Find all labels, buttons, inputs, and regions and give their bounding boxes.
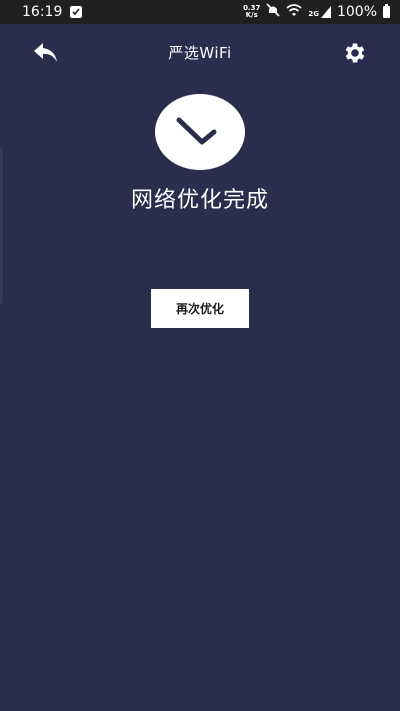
edge-drawer-handle: [0, 148, 3, 304]
network-speed: 0.37 K/s: [243, 5, 260, 19]
app-bar: 严选WiFi: [0, 34, 400, 72]
status-time: 16:19: [22, 4, 63, 20]
status-bar-left: 16:19: [22, 4, 83, 20]
settings-button[interactable]: [342, 40, 368, 66]
signal-type-label: 2G: [308, 10, 319, 18]
status-icon-circle: [155, 94, 245, 170]
network-speed-unit: K/s: [245, 11, 258, 19]
notification-icon: [70, 6, 83, 18]
gear-icon: [345, 43, 365, 63]
battery-icon: [383, 4, 390, 18]
status-bar-right: 0.37 K/s 2G 100%: [243, 3, 390, 21]
reoptimize-button[interactable]: 再次优化: [151, 289, 249, 328]
result-message: 网络优化完成: [130, 188, 269, 213]
cell-signal-icon: 2G: [308, 6, 331, 18]
status-bar: 16:19 0.37 K/s 2G 100%: [0, 0, 400, 24]
page-title: 严选WiFi: [168, 44, 232, 62]
battery-percent: 100%: [336, 4, 377, 20]
mute-icon: [266, 3, 280, 21]
check-icon: [176, 117, 217, 145]
wifi-icon: [286, 3, 302, 21]
